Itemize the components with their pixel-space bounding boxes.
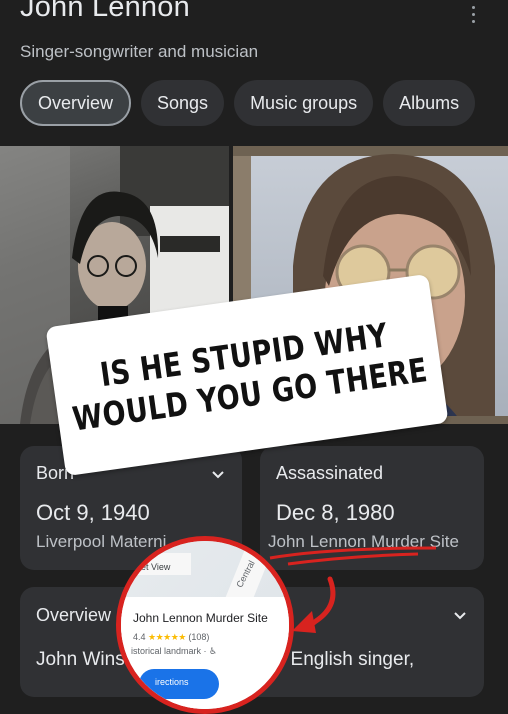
directions-button[interactable]: irections bbox=[139, 669, 219, 699]
page-subtitle: Singer-songwriter and musician bbox=[20, 42, 259, 61]
red-underline-annotation bbox=[269, 546, 437, 566]
street-view-label[interactable]: eet View bbox=[136, 562, 170, 572]
assassinated-date: Dec 8, 1980 bbox=[276, 500, 395, 525]
tab-music-groups[interactable]: Music groups bbox=[234, 80, 374, 126]
place-name[interactable]: John Lennon Murder Site bbox=[133, 611, 268, 625]
more-options-icon[interactable] bbox=[468, 6, 478, 26]
chevron-down-icon[interactable] bbox=[454, 609, 466, 621]
assassinated-label: Assassinated bbox=[276, 463, 384, 483]
place-rating: 4.4 ★★★★★ (108) bbox=[133, 632, 210, 642]
page-title: John Lennon bbox=[20, 0, 190, 23]
tab-bar: Overview Songs Music groups Albums bbox=[20, 80, 476, 126]
tab-albums[interactable]: Albums bbox=[383, 80, 476, 126]
overview-label: Overview bbox=[36, 605, 112, 625]
star-rating-icon: ★★★★★ bbox=[148, 632, 186, 642]
tab-songs[interactable]: Songs bbox=[141, 80, 225, 126]
chevron-down-icon[interactable] bbox=[212, 468, 224, 480]
red-arrow-annotation bbox=[292, 576, 336, 633]
map-popup-magnifier: eet View Central John Lennon Murder Site… bbox=[116, 536, 294, 714]
tab-overview[interactable]: Overview bbox=[20, 80, 132, 126]
born-date: Oct 9, 1940 bbox=[36, 500, 150, 525]
place-category: istorical landmark · ♿ bbox=[131, 646, 218, 656]
